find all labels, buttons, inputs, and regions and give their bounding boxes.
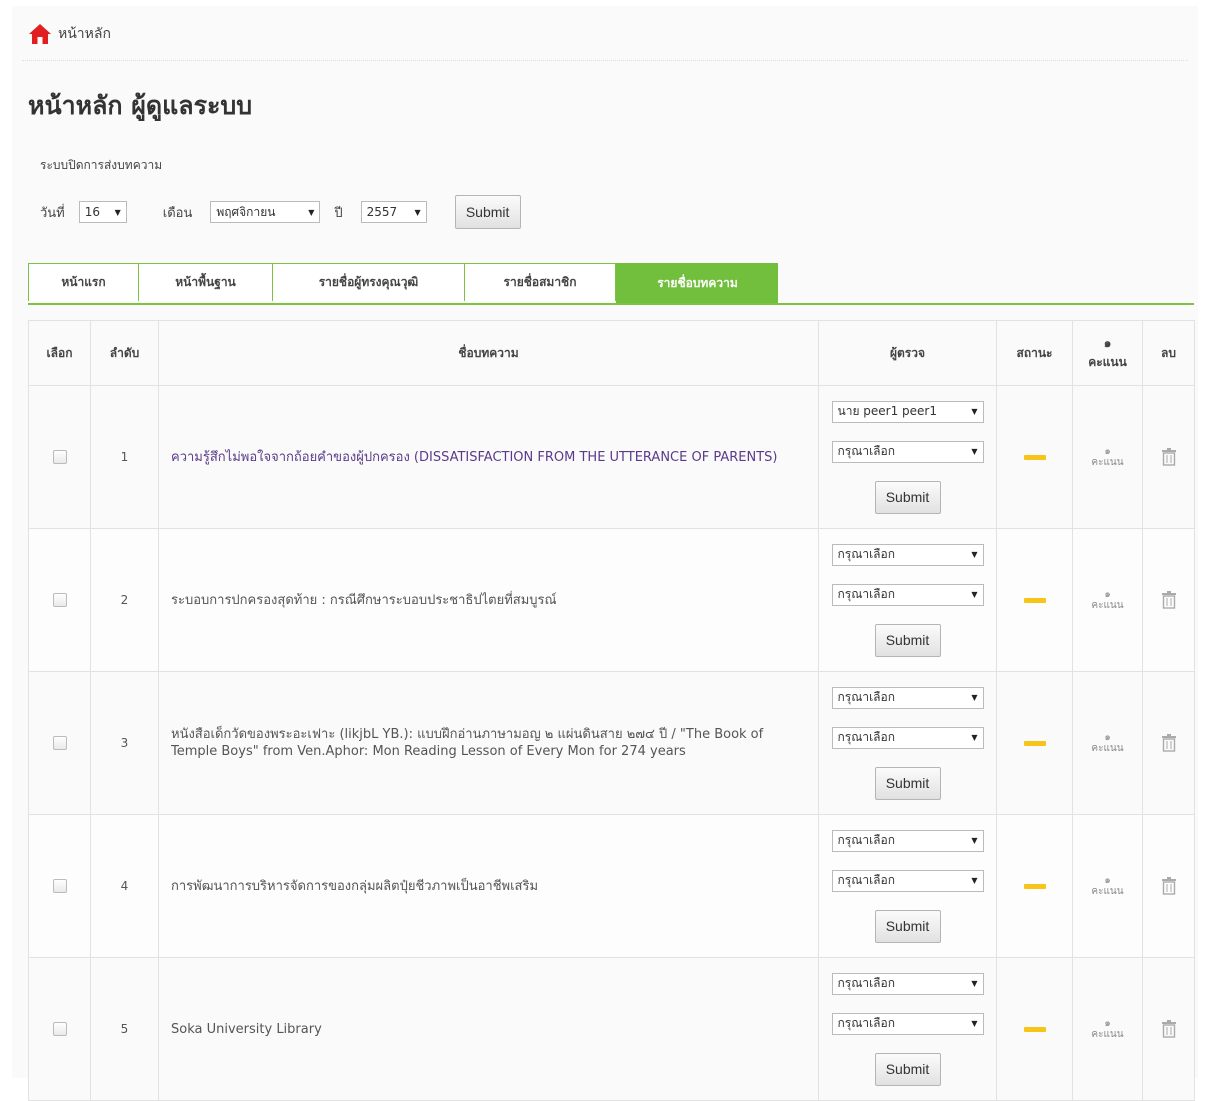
status-pending-icon	[1023, 740, 1046, 746]
reviewer-submit-button[interactable]: Submit	[874, 1052, 941, 1086]
reviewer-submit-button[interactable]: Submit	[874, 766, 941, 800]
reviewer2-select[interactable]: กรุณาเลือก ▼	[831, 1012, 984, 1035]
trash-icon[interactable]	[1161, 591, 1176, 609]
table-header-row: เลือก ลำดับ ชื่อบทความ ผู้ตรวจ สถานะ ๑คะ…	[28, 320, 1195, 386]
reviewer-submit-button[interactable]: Submit	[874, 909, 941, 943]
score-link[interactable]: ๑คะแนน	[1073, 446, 1142, 468]
chevron-down-icon: ▼	[971, 590, 978, 599]
chevron-down-icon: ▼	[114, 207, 121, 217]
month-select[interactable]: พฤศจิกายน ▼	[210, 201, 321, 223]
score-link[interactable]: ๑คะแนน	[1073, 875, 1142, 897]
chevron-down-icon: ▼	[971, 836, 978, 845]
row-checkbox[interactable]	[52, 1022, 67, 1036]
reviewer-controls: กรุณาเลือก ▼ กรุณาเลือก ▼ Submit	[819, 829, 996, 943]
header-select: เลือก	[28, 320, 91, 386]
trash-icon[interactable]	[1161, 734, 1176, 752]
reviewer1-select[interactable]: กรุณาเลือก ▼	[831, 543, 984, 566]
reviewer1-select[interactable]: กรุณาเลือก ▼	[831, 829, 984, 852]
table-row: 2 ระบอบการปกครองสุดท้าย : กรณีศึกษาระบอบ…	[28, 528, 1195, 672]
row-checkbox[interactable]	[52, 593, 67, 607]
chevron-down-icon: ▼	[971, 1019, 978, 1028]
reviewer-controls: กรุณาเลือก ▼ กรุณาเลือก ▼ Submit	[819, 543, 996, 657]
trash-icon[interactable]	[1161, 448, 1176, 466]
score-link[interactable]: ๑คะแนน	[1073, 732, 1142, 754]
row-order: 1	[90, 385, 159, 529]
article-title: ระบอบการปกครองสุดท้าย : กรณีศึกษาระบอบปร…	[171, 592, 557, 608]
chevron-down-icon: ▼	[971, 550, 978, 559]
table-row: 1 ความรู้สึกไม่พอใจจากถ้อยคำของผู้ปกครอง…	[28, 385, 1195, 529]
articles-table: เลือก ลำดับ ชื่อบทความ ผู้ตรวจ สถานะ ๑คะ…	[28, 320, 1195, 1101]
header-delete: ลบ	[1142, 320, 1195, 386]
header-article: ชื่อบทความ	[158, 320, 819, 386]
tab-basic-pages[interactable]: หน้าพื้นฐาน	[138, 263, 272, 301]
status-pending-icon	[1023, 597, 1046, 603]
header-score: ๑คะแนน	[1072, 320, 1143, 386]
reviewer2-select[interactable]: กรุณาเลือก ▼	[831, 440, 984, 463]
score-link[interactable]: ๑คะแนน	[1073, 1018, 1142, 1040]
row-order: 5	[90, 957, 159, 1101]
tab-bar: หน้าแรก หน้าพื้นฐาน รายชื่อผู้ทรงคุณวุฒิ…	[28, 263, 1194, 305]
reviewer-controls: นาย peer1 peer1 ▼ กรุณาเลือก ▼ Submit	[819, 400, 996, 514]
row-order: 3	[90, 671, 159, 815]
reviewer-submit-button[interactable]: Submit	[874, 480, 941, 514]
article-title: การพัฒนาการบริหารจัดการของกลุ่มผลิตปุ๋ยช…	[171, 878, 539, 894]
breadcrumb[interactable]: หน้าหลัก	[28, 22, 111, 46]
chevron-down-icon: ▼	[414, 207, 421, 217]
chevron-down-icon: ▼	[971, 407, 978, 416]
article-title: Soka University Library	[171, 1021, 322, 1037]
row-checkbox[interactable]	[52, 879, 67, 893]
chevron-down-icon: ▼	[971, 733, 978, 742]
close-submission-submit-button[interactable]: Submit	[454, 195, 521, 229]
chevron-down-icon: ▼	[971, 876, 978, 885]
day-label: วันที่	[40, 205, 65, 221]
reviewer-submit-button[interactable]: Submit	[874, 623, 941, 657]
chevron-down-icon: ▼	[308, 207, 315, 217]
tab-members[interactable]: รายชื่อสมาชิก	[464, 263, 616, 301]
reviewer2-select[interactable]: กรุณาเลือก ▼	[831, 726, 984, 749]
reviewer1-select[interactable]: กรุณาเลือก ▼	[831, 972, 984, 995]
reviewer-controls: กรุณาเลือก ▼ กรุณาเลือก ▼ Submit	[819, 686, 996, 800]
trash-icon[interactable]	[1161, 1020, 1176, 1038]
day-select[interactable]: 16 ▼	[78, 201, 127, 223]
tab-articles[interactable]: รายชื่อบทความ	[616, 263, 778, 303]
table-row: 5 Soka University Library กรุณาเลือก ▼ กร…	[28, 957, 1195, 1101]
row-order: 4	[90, 814, 159, 958]
status-pending-icon	[1023, 454, 1046, 460]
header-status: สถานะ	[996, 320, 1073, 386]
reviewer1-select[interactable]: กรุณาเลือก ▼	[831, 686, 984, 709]
header-reviewer: ผู้ตรวจ	[818, 320, 997, 386]
tab-home[interactable]: หน้าแรก	[28, 263, 138, 301]
chevron-down-icon: ▼	[971, 693, 978, 702]
breadcrumb-divider	[22, 60, 1188, 61]
table-row: 4 การพัฒนาการบริหารจัดการของกลุ่มผลิตปุ๋…	[28, 814, 1195, 958]
status-pending-icon	[1023, 883, 1046, 889]
row-order: 2	[90, 528, 159, 672]
chevron-down-icon: ▼	[971, 979, 978, 988]
status-pending-icon	[1023, 1026, 1046, 1032]
page-container: หน้าหลัก หน้าหลัก ผู้ดูแลระบบ ระบบปิดการ…	[12, 6, 1198, 1101]
reviewer-controls: กรุณาเลือก ▼ กรุณาเลือก ▼ Submit	[819, 972, 996, 1086]
reviewer2-select[interactable]: กรุณาเลือก ▼	[831, 583, 984, 606]
close-submission-form: วันที่ 16 ▼ เดือน พฤศจิกายน ▼ ปี 2557 ▼ Sub…	[40, 192, 521, 232]
score-link[interactable]: ๑คะแนน	[1073, 589, 1142, 611]
article-title-link[interactable]: ความรู้สึกไม่พอใจจากถ้อยคำของผู้ปกครอง (…	[171, 450, 777, 465]
header-order: ลำดับ	[90, 320, 159, 386]
article-title: หนังสือเด็กวัดของพระอะเฟาะ (likjbL YB.):…	[171, 727, 764, 759]
row-checkbox[interactable]	[52, 450, 67, 464]
page-title: หน้าหลัก ผู้ดูแลระบบ	[28, 91, 253, 120]
trash-icon[interactable]	[1161, 877, 1176, 895]
month-label: เดือน	[162, 205, 193, 221]
close-submission-label: ระบบปิดการส่งบทความ	[40, 158, 163, 172]
home-icon[interactable]	[28, 23, 52, 45]
reviewer1-select[interactable]: นาย peer1 peer1 ▼	[831, 400, 984, 423]
year-label: ปี	[334, 205, 343, 221]
table-row: 3 หนังสือเด็กวัดของพระอะเฟาะ (likjbL YB.…	[28, 671, 1195, 815]
chevron-down-icon: ▼	[971, 447, 978, 456]
year-select[interactable]: 2557 ▼	[360, 201, 427, 223]
reviewer2-select[interactable]: กรุณาเลือก ▼	[831, 869, 984, 892]
tab-reviewers[interactable]: รายชื่อผู้ทรงคุณวุฒิ	[272, 263, 464, 301]
breadcrumb-home-label[interactable]: หน้าหลัก	[58, 23, 111, 45]
row-checkbox[interactable]	[52, 736, 67, 750]
